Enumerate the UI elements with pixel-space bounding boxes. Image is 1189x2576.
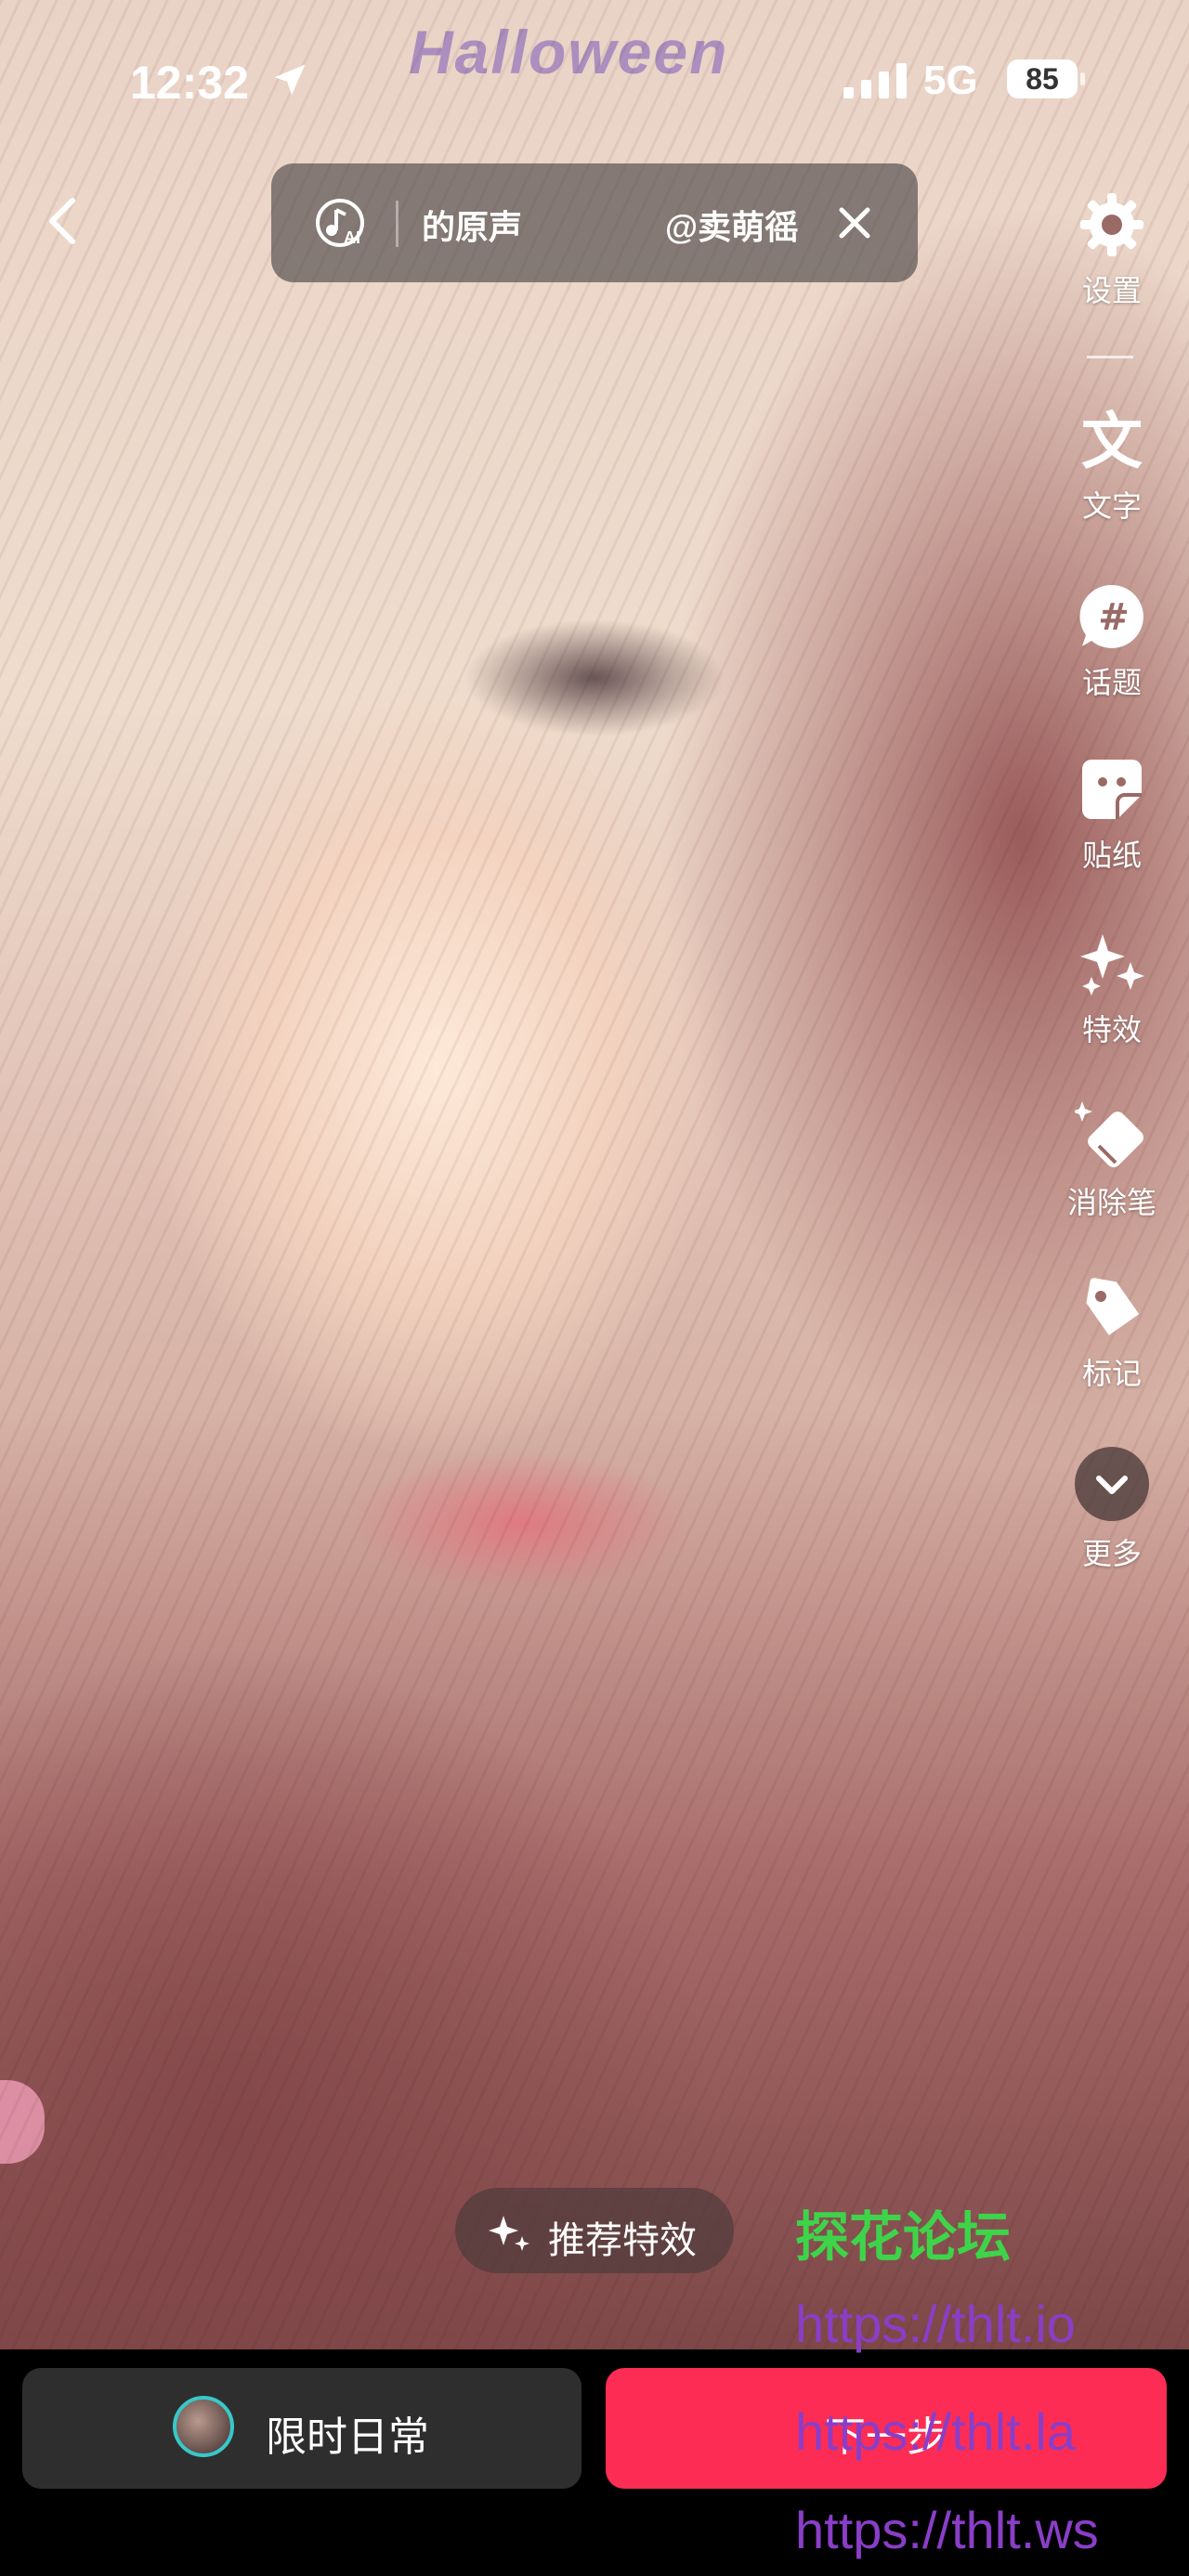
tool-label: 消除笔	[1066, 1186, 1156, 1219]
text-icon: 文	[1081, 406, 1143, 475]
svg-text:#: #	[1098, 596, 1130, 639]
status-bar: 12:32 5G 85	[0, 37, 1189, 121]
location-arrow-icon	[269, 59, 310, 105]
watermark-title: 探花论坛	[795, 2207, 1012, 2268]
back-button[interactable]	[37, 193, 93, 249]
sticker-icon	[1082, 760, 1142, 819]
tool-text[interactable]: 文 文字	[1061, 405, 1163, 526]
tool-label: 贴纸	[1081, 839, 1142, 872]
svg-text:文: 文	[1081, 406, 1143, 475]
sparkles-icon	[1080, 934, 1144, 995]
tool-topic[interactable]: # 话题	[1061, 581, 1163, 702]
love-sticker	[0, 2080, 45, 2164]
daily-post-button[interactable]: 限时日常	[22, 2368, 581, 2489]
ai-music-icon: AI	[312, 195, 368, 255]
network-type: 5G	[923, 58, 978, 103]
cellular-signal-icon	[843, 63, 908, 103]
tool-label: 标记	[1081, 1357, 1142, 1390]
tool-tag[interactable]: 标记	[1061, 1272, 1163, 1393]
tool-effects[interactable]: 特效	[1061, 925, 1163, 1049]
watermark-link: https://thlt.la	[795, 2402, 1076, 2461]
tool-sticker[interactable]: 贴纸	[1061, 754, 1163, 875]
tool-label: 更多	[1081, 1537, 1142, 1570]
svg-text:AI: AI	[344, 228, 360, 247]
daily-post-label: 限时日常	[266, 2414, 429, 2460]
watermark-link: https://thlt.ws	[795, 2501, 1099, 2559]
tool-settings[interactable]: 设置	[1061, 189, 1163, 310]
status-time: 12:32	[130, 57, 249, 109]
tool-more[interactable]: 更多	[1061, 1445, 1163, 1573]
music-selector[interactable]: AI 的原声 @卖萌徭	[271, 163, 918, 282]
hashtag-icon: #	[1079, 584, 1143, 648]
close-icon[interactable]	[830, 199, 879, 252]
recommend-effects-label: 推荐特效	[548, 2220, 697, 2261]
battery-indicator: 85	[1007, 59, 1085, 98]
toolbar-divider	[1087, 356, 1133, 358]
music-author: @卖萌徭	[665, 208, 799, 246]
watermark-link: https://thlt.io	[795, 2295, 1076, 2353]
tool-eraser[interactable]: 消除笔	[1061, 1098, 1163, 1222]
tool-label: 特效	[1081, 1013, 1142, 1047]
tool-label: 设置	[1081, 274, 1142, 307]
video-preview: Halloween	[0, 0, 1189, 2349]
sparkles-icon	[487, 2210, 531, 2259]
gear-icon	[1080, 193, 1143, 256]
eraser-icon	[1075, 1101, 1143, 1167]
music-divider	[396, 201, 399, 247]
chevron-down-icon	[1075, 1447, 1149, 1521]
recommend-effects-button[interactable]: 推荐特效	[455, 2188, 734, 2273]
chevron-left-icon	[49, 198, 75, 244]
music-title: 的原声	[422, 208, 523, 246]
tag-icon	[1086, 1278, 1140, 1335]
avatar	[173, 2396, 234, 2457]
tool-label: 文字	[1081, 489, 1142, 523]
tool-label: 话题	[1081, 666, 1142, 699]
